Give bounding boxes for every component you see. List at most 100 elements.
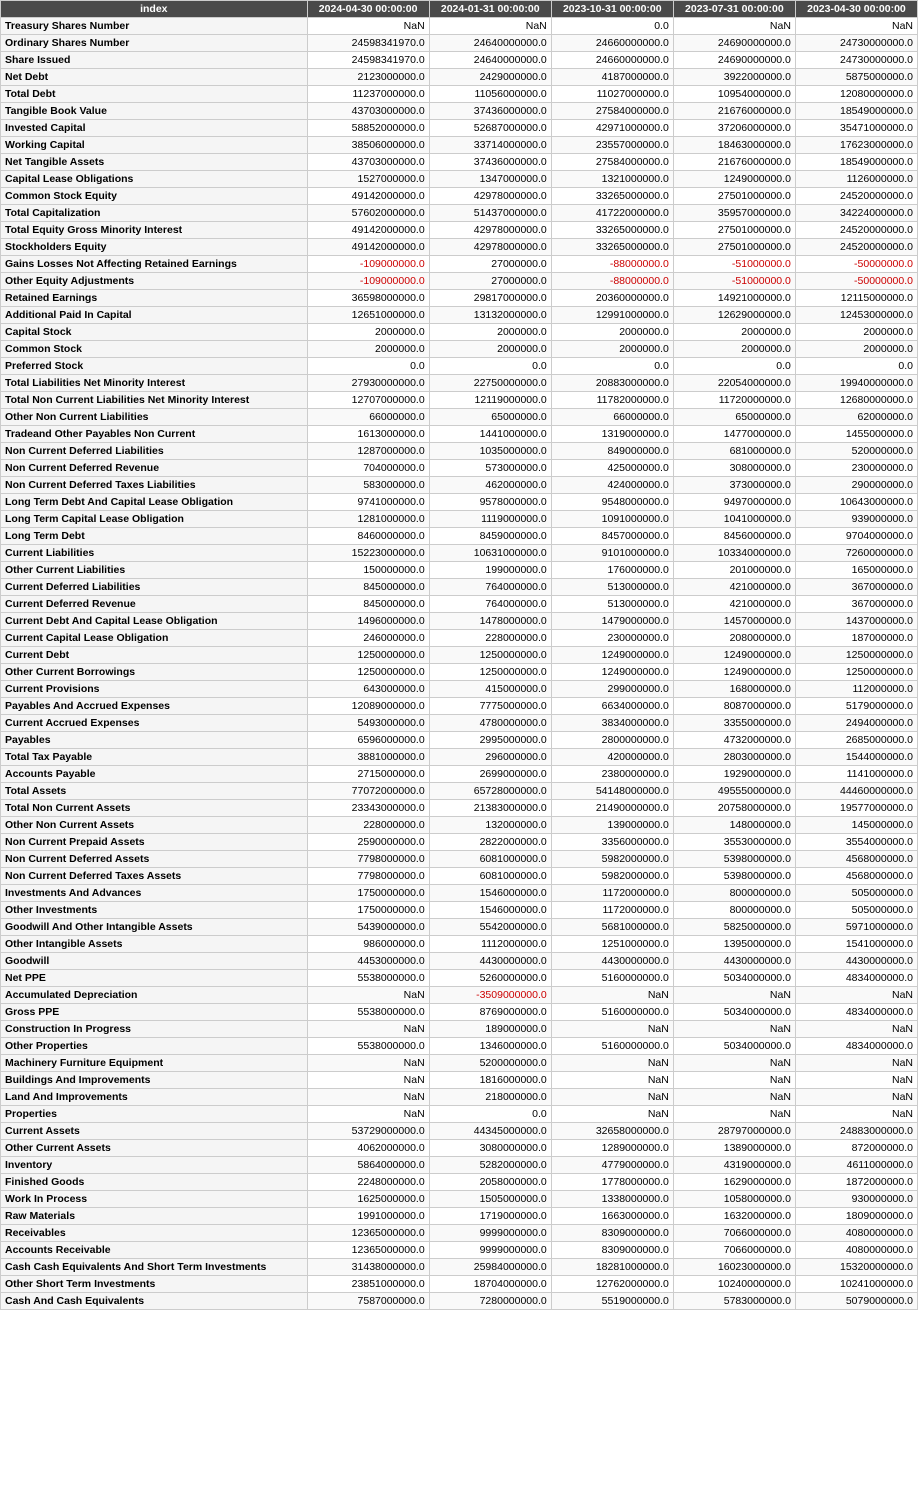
- row-value: 1249000000.0: [673, 171, 795, 188]
- row-value: 5982000000.0: [551, 868, 673, 885]
- row-value: 3553000000.0: [673, 834, 795, 851]
- table-row: Tangible Book Value43703000000.037436000…: [1, 103, 918, 120]
- row-value: 8457000000.0: [551, 528, 673, 545]
- table-row: Share Issued24598341970.024640000000.024…: [1, 52, 918, 69]
- row-value: 228000000.0: [307, 817, 429, 834]
- row-label: Current Assets: [1, 1123, 308, 1140]
- row-value: 2058000000.0: [429, 1174, 551, 1191]
- row-value: 65728000000.0: [429, 783, 551, 800]
- row-value: 0.0: [551, 358, 673, 375]
- row-label: Tradeand Other Payables Non Current: [1, 426, 308, 443]
- row-value: 168000000.0: [673, 681, 795, 698]
- row-value: 1249000000.0: [551, 664, 673, 681]
- col-header-date4: 2023-07-31 00:00:00: [673, 1, 795, 18]
- row-value: NaN: [429, 18, 551, 35]
- row-value: 27501000000.0: [673, 188, 795, 205]
- row-label: Non Current Deferred Revenue: [1, 460, 308, 477]
- row-value: 10241000000.0: [795, 1276, 917, 1293]
- row-value: 299000000.0: [551, 681, 673, 698]
- row-value: 36598000000.0: [307, 290, 429, 307]
- row-value: NaN: [795, 1055, 917, 1072]
- row-value: 37436000000.0: [429, 103, 551, 120]
- row-value: 65000000.0: [673, 409, 795, 426]
- row-value: 5398000000.0: [673, 868, 795, 885]
- row-value: 5282000000.0: [429, 1157, 551, 1174]
- table-row: Additional Paid In Capital12651000000.01…: [1, 307, 918, 324]
- row-value: NaN: [307, 1106, 429, 1123]
- row-value: 23557000000.0: [551, 137, 673, 154]
- row-value: 230000000.0: [551, 630, 673, 647]
- row-label: Other Investments: [1, 902, 308, 919]
- row-value: 12119000000.0: [429, 392, 551, 409]
- row-value: 4834000000.0: [795, 1038, 917, 1055]
- row-value: 5160000000.0: [551, 970, 673, 987]
- row-value: 2000000.0: [307, 324, 429, 341]
- row-value: 12707000000.0: [307, 392, 429, 409]
- row-value: 1478000000.0: [429, 613, 551, 630]
- table-row: Invested Capital58852000000.052687000000…: [1, 120, 918, 137]
- row-value: 201000000.0: [673, 562, 795, 579]
- row-value: 145000000.0: [795, 817, 917, 834]
- row-value: 2000000.0: [795, 341, 917, 358]
- row-value: 27584000000.0: [551, 103, 673, 120]
- row-value: 2000000.0: [429, 324, 551, 341]
- row-value: 5439000000.0: [307, 919, 429, 936]
- table-row: Cash Cash Equivalents And Short Term Inv…: [1, 1259, 918, 1276]
- row-value: 7775000000.0: [429, 698, 551, 715]
- row-value: 4062000000.0: [307, 1140, 429, 1157]
- row-label: Total Debt: [1, 86, 308, 103]
- row-label: Non Current Deferred Liabilities: [1, 443, 308, 460]
- row-value: 42978000000.0: [429, 239, 551, 256]
- row-value: 1625000000.0: [307, 1191, 429, 1208]
- row-label: Machinery Furniture Equipment: [1, 1055, 308, 1072]
- table-row: Other Current Liabilities150000000.01990…: [1, 562, 918, 579]
- row-label: Total Non Current Assets: [1, 800, 308, 817]
- table-row: Current Debt1250000000.01250000000.01249…: [1, 647, 918, 664]
- row-value: 1505000000.0: [429, 1191, 551, 1208]
- row-value: 764000000.0: [429, 596, 551, 613]
- row-value: 583000000.0: [307, 477, 429, 494]
- row-value: 4319000000.0: [673, 1157, 795, 1174]
- row-label: Total Liabilities Net Minority Interest: [1, 375, 308, 392]
- row-value: 1809000000.0: [795, 1208, 917, 1225]
- row-value: 1112000000.0: [429, 936, 551, 953]
- table-row: Other Investments1750000000.01546000000.…: [1, 902, 918, 919]
- row-value: 1613000000.0: [307, 426, 429, 443]
- row-value: 12680000000.0: [795, 392, 917, 409]
- row-value: 1347000000.0: [429, 171, 551, 188]
- row-value: 49142000000.0: [307, 239, 429, 256]
- row-value: 7798000000.0: [307, 868, 429, 885]
- row-label: Capital Stock: [1, 324, 308, 341]
- row-label: Other Current Liabilities: [1, 562, 308, 579]
- row-value: 49142000000.0: [307, 188, 429, 205]
- row-value: 2248000000.0: [307, 1174, 429, 1191]
- row-value: 33714000000.0: [429, 137, 551, 154]
- row-value: NaN: [795, 18, 917, 35]
- row-label: Total Equity Gross Minority Interest: [1, 222, 308, 239]
- row-value: 150000000.0: [307, 562, 429, 579]
- row-value: 8456000000.0: [673, 528, 795, 545]
- table-row: Other Non Current Liabilities66000000.06…: [1, 409, 918, 426]
- row-label: Other Non Current Liabilities: [1, 409, 308, 426]
- row-value: 845000000.0: [307, 596, 429, 613]
- row-value: 189000000.0: [429, 1021, 551, 1038]
- row-value: 0.0: [307, 358, 429, 375]
- row-value: 1778000000.0: [551, 1174, 673, 1191]
- row-value: 1281000000.0: [307, 511, 429, 528]
- row-value: 849000000.0: [551, 443, 673, 460]
- table-row: Cash And Cash Equivalents7587000000.0728…: [1, 1293, 918, 1310]
- table-row: Other Properties5538000000.01346000000.0…: [1, 1038, 918, 1055]
- table-row: Total Non Current Assets23343000000.0213…: [1, 800, 918, 817]
- table-row: Total Non Current Liabilities Net Minori…: [1, 392, 918, 409]
- row-value: 505000000.0: [795, 885, 917, 902]
- row-value: 112000000.0: [795, 681, 917, 698]
- row-value: 11782000000.0: [551, 392, 673, 409]
- row-value: 643000000.0: [307, 681, 429, 698]
- row-value: 5260000000.0: [429, 970, 551, 987]
- row-value: 18549000000.0: [795, 154, 917, 171]
- row-value: 1319000000.0: [551, 426, 673, 443]
- row-value: 290000000.0: [795, 477, 917, 494]
- row-value: NaN: [673, 1106, 795, 1123]
- row-value: 1872000000.0: [795, 1174, 917, 1191]
- row-value: 1249000000.0: [673, 647, 795, 664]
